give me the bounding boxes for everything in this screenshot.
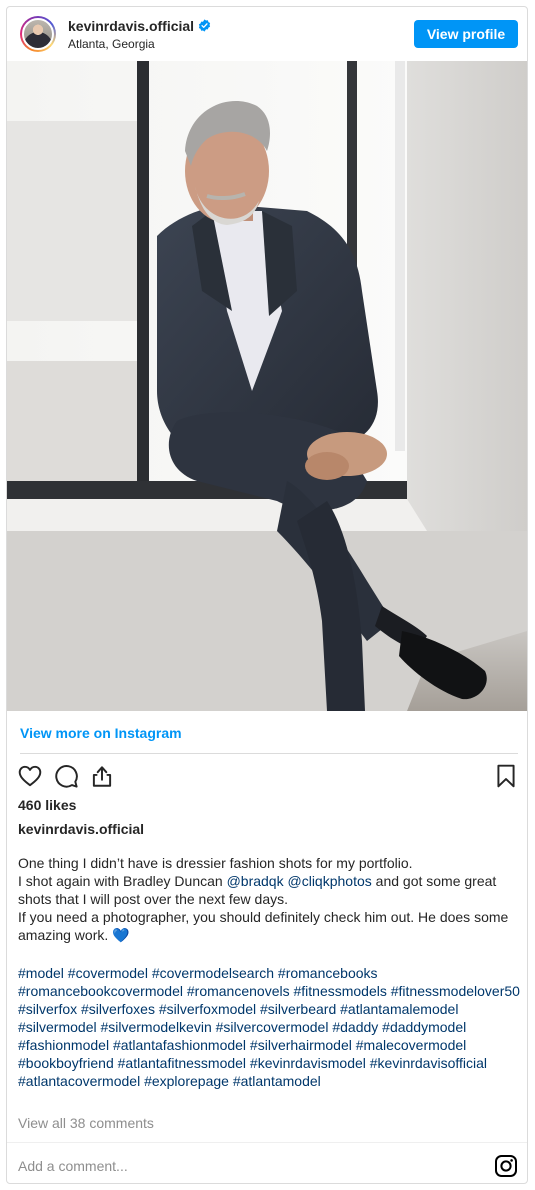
caption-line: If you need a photographer, you should d… [18,909,509,943]
divider [7,1142,527,1143]
mention-link[interactable]: @cliqkphotos [288,873,372,889]
caption: One thing I didn’t have is dressier fash… [18,854,518,944]
avatar-image [22,18,54,50]
heart-icon[interactable] [17,763,43,789]
view-profile-button[interactable]: View profile [414,20,518,48]
post-photo[interactable] [7,61,527,711]
instagram-embed-card: kevinrdavis.official Atlanta, Georgia Vi… [6,6,528,1184]
share-icon[interactable] [89,763,115,789]
caption-line: One thing I didn’t have is dressier fash… [18,855,413,871]
post-header: kevinrdavis.official Atlanta, Georgia Vi… [7,7,527,61]
caption-text: I shot again with Bradley Duncan [18,873,227,889]
bookmark-icon[interactable] [493,763,519,789]
instagram-icon[interactable] [494,1154,518,1178]
view-all-comments-link[interactable]: View all 38 comments [18,1115,154,1131]
username-row[interactable]: kevinrdavis.official [68,18,211,34]
hashtags[interactable]: #model #covermodel #covermodelsearch #ro… [18,964,523,1090]
view-more-on-instagram-link[interactable]: View more on Instagram [20,725,182,741]
caption-line: I shot again with Bradley Duncan @bradqk… [18,872,518,908]
avatar[interactable] [20,16,56,52]
mention-link[interactable]: @bradqk [227,873,284,889]
username[interactable]: kevinrdavis.official [68,18,194,34]
add-comment-input[interactable]: Add a comment... [18,1158,128,1174]
verified-badge-icon [198,19,211,32]
comment-icon[interactable] [53,763,79,789]
location[interactable]: Atlanta, Georgia [68,37,155,51]
action-bar [7,763,527,797]
divider [20,753,518,754]
post-photo-image [7,61,527,711]
likes-count[interactable]: 460 likes [18,797,76,813]
caption-username[interactable]: kevinrdavis.official [18,821,144,837]
